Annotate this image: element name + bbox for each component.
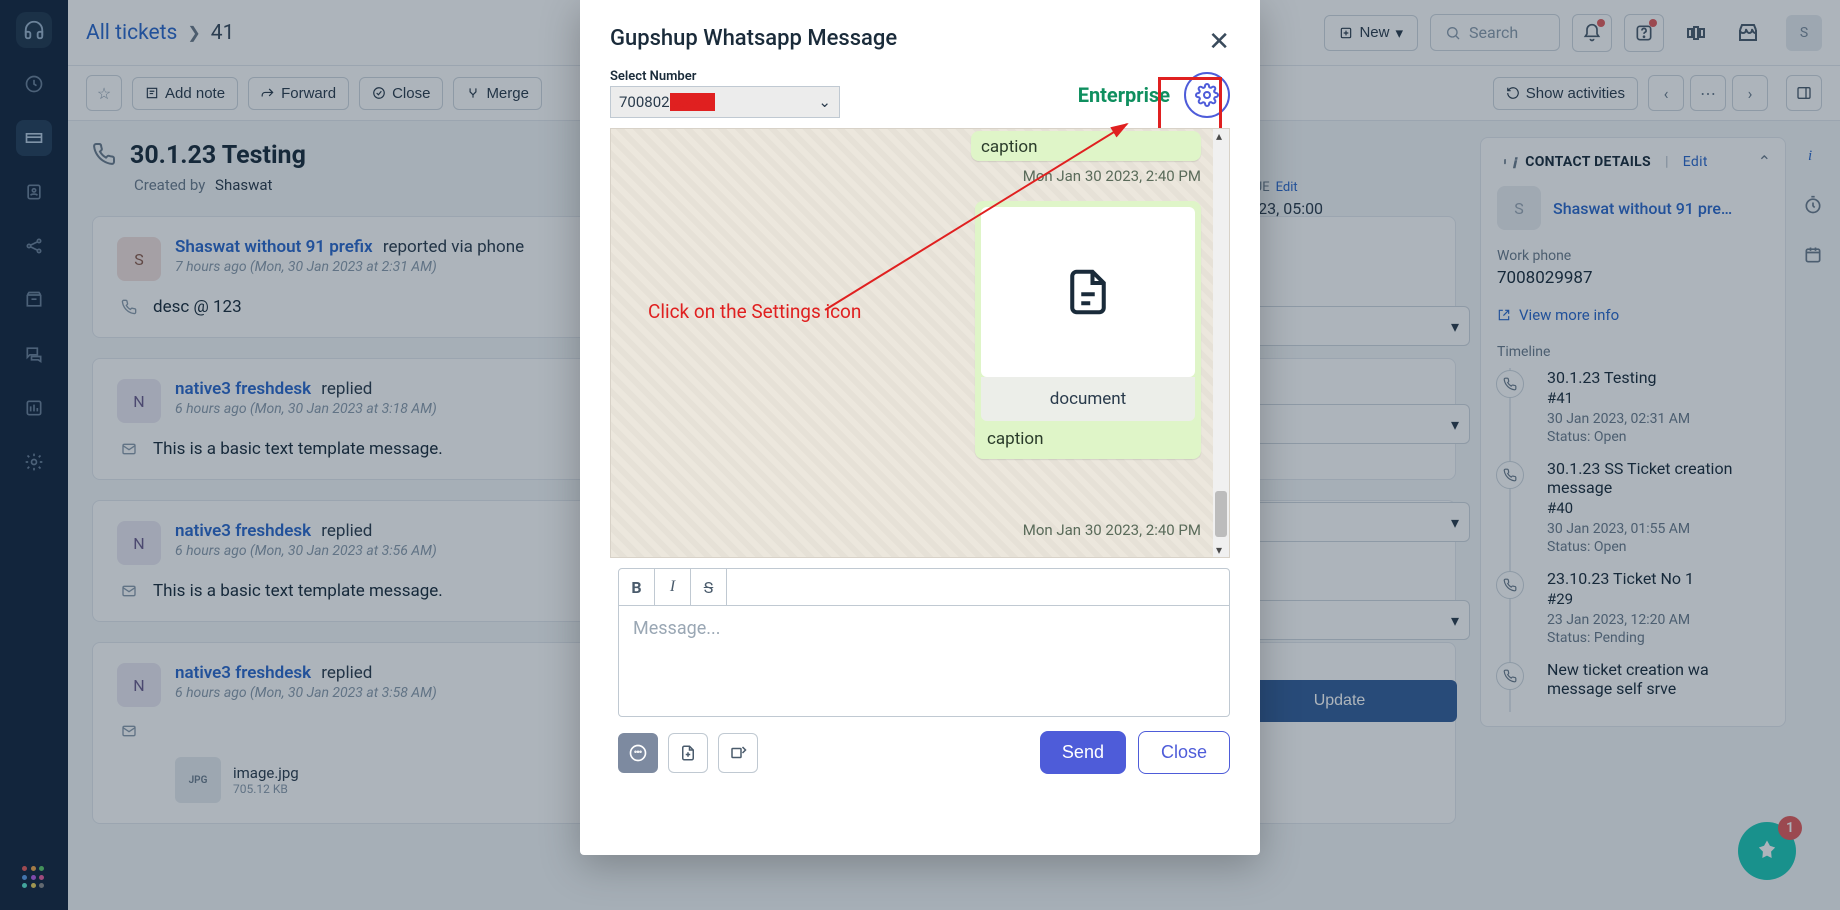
select-number-dropdown[interactable]: 700802XXXX ⌄ <box>610 86 840 118</box>
italic-button[interactable]: I <box>655 569 691 605</box>
document-icon <box>1061 265 1115 319</box>
chat-scrollbar[interactable]: ▴ ▾ <box>1213 129 1229 557</box>
annotation-text: Click on the Settings icon <box>648 300 861 323</box>
chat-bubble: document caption <box>975 201 1201 459</box>
document-label: document <box>981 377 1195 421</box>
gear-icon <box>1195 83 1219 107</box>
modal-title: Gupshup Whatsapp Message <box>610 26 897 51</box>
chat-area: caption Mon Jan 30 2023, 2:40 PM documen… <box>610 128 1230 558</box>
chat-timestamp: Mon Jan 30 2023, 2:40 PM <box>1023 521 1201 539</box>
chat-bubble: caption <box>971 131 1201 161</box>
message-editor: B I S Message... <box>618 568 1230 717</box>
emoji-button[interactable] <box>618 733 658 773</box>
message-input[interactable]: Message... <box>619 606 1229 716</box>
strikethrough-button[interactable]: S <box>691 569 727 605</box>
scroll-up-icon[interactable]: ▴ <box>1216 129 1226 143</box>
close-modal-button[interactable]: Close <box>1138 731 1230 774</box>
settings-button[interactable] <box>1184 72 1230 118</box>
chevron-down-icon: ⌄ <box>818 93 831 111</box>
select-number-label: Select Number <box>610 69 840 84</box>
document-preview[interactable] <box>981 207 1195 377</box>
scroll-down-icon[interactable]: ▾ <box>1216 543 1226 557</box>
editor-toolbar: B I S <box>619 569 1229 606</box>
modal-close-button[interactable]: ✕ <box>1208 26 1230 57</box>
chat-timestamp: Mon Jan 30 2023, 2:40 PM <box>1023 167 1201 185</box>
whatsapp-modal: Gupshup Whatsapp Message ✕ Select Number… <box>580 0 1260 855</box>
template-button[interactable] <box>718 733 758 773</box>
send-button[interactable]: Send <box>1040 731 1126 774</box>
scroll-thumb[interactable] <box>1215 491 1227 537</box>
attach-file-button[interactable] <box>668 733 708 773</box>
bold-button[interactable]: B <box>619 569 655 605</box>
enterprise-label: Enterprise <box>1078 83 1170 107</box>
